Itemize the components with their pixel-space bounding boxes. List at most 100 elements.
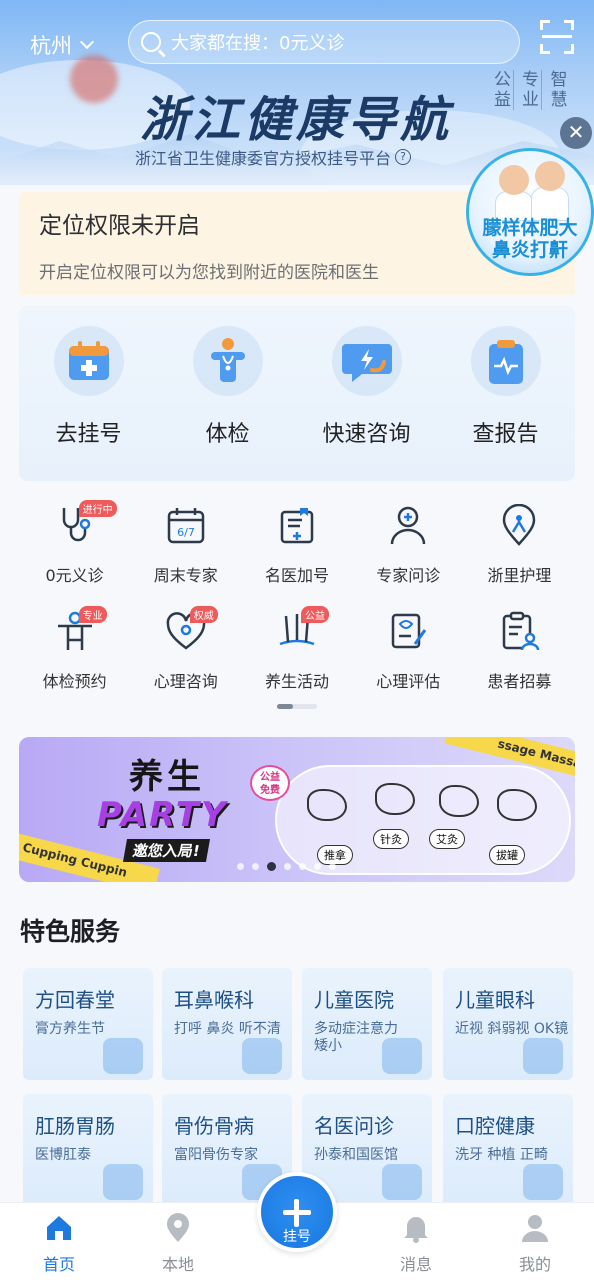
intestine-icon <box>103 1164 143 1200</box>
card-title: 口腔健康 <box>455 1114 535 1138</box>
feature-card[interactable]: 肛肠胃肠 医博肛泰 <box>23 1094 153 1206</box>
person-stethoscope-icon <box>210 338 245 382</box>
feature-card[interactable]: 耳鼻喉科 打呼 鼻炎 听不清 <box>162 968 292 1080</box>
search-placeholder: 大家都在搜：0元义诊 <box>171 33 345 54</box>
main-fn-register[interactable]: 去挂号 <box>19 306 158 481</box>
service-checkup-booking[interactable]: 专业 体检预约 <box>19 606 130 712</box>
bell-icon <box>404 1217 428 1243</box>
tab-local[interactable]: 本地 <box>138 1203 218 1280</box>
service-patient-recruit[interactable]: 患者招募 <box>464 606 575 712</box>
ad-text-line: 鼻炎打鼾 <box>491 239 568 261</box>
banner-tag: 针灸 <box>373 829 409 849</box>
help-icon[interactable]: ? <box>395 149 412 165</box>
brand-subtitle-text: 浙江省卫生健康委官方授权挂号平台 <box>135 149 392 168</box>
card-desc: 医博肛泰 <box>35 1147 91 1163</box>
banner-tag: 艾灸 <box>429 829 465 849</box>
service-label: 专家问诊 <box>376 566 441 585</box>
calendar-plus-icon <box>68 341 109 380</box>
main-fn-label: 快速咨询 <box>322 422 411 447</box>
decorative-sun <box>70 55 118 103</box>
hand-icon <box>497 789 537 821</box>
card-title: 儿童医院 <box>314 988 394 1012</box>
clipboard-report-icon <box>488 340 523 384</box>
service-label: 心理评估 <box>376 672 441 691</box>
service-free-clinic[interactable]: 进行中 0元义诊 <box>19 500 130 606</box>
close-icon[interactable]: ✕ <box>560 117 592 149</box>
service-label: 名医加号 <box>265 566 330 585</box>
free-badge-line: 公益 <box>260 772 280 783</box>
banner-tag: 推拿 <box>317 845 353 865</box>
badge: 进行中 <box>78 500 117 517</box>
main-functions: 去挂号 体检 快速咨询 查报告 <box>19 306 575 481</box>
brand-title: 浙江健康导航 <box>140 92 453 148</box>
scan-icon[interactable] <box>540 20 574 54</box>
service-label: 周末专家 <box>153 566 218 585</box>
ad-text-line: 朦样体肥大 <box>482 217 578 239</box>
user-icon <box>522 1215 548 1242</box>
assessment-icon <box>391 613 427 649</box>
service-famous-doctor[interactable]: 名医加号 <box>241 500 352 606</box>
card-title: 耳鼻喉科 <box>174 988 254 1012</box>
service-psych-consult[interactable]: 权威 心理咨询 <box>130 606 241 712</box>
motto: 公益 专业 智慧 <box>494 70 570 110</box>
search-bar[interactable]: 大家都在搜：0元义诊 <box>128 20 520 64</box>
main-fn-label: 体检 <box>205 422 250 447</box>
service-expert-consult[interactable]: 专家问诊 <box>353 500 464 606</box>
free-badge: 公益 免费 <box>250 765 290 801</box>
grid-pager <box>277 704 317 709</box>
ear-icon <box>242 1038 282 1074</box>
card-title: 肛肠胃肠 <box>35 1114 115 1138</box>
home-icon <box>47 1216 71 1240</box>
center-button-label: 挂号 <box>283 1229 311 1245</box>
recruit-icon <box>503 611 540 651</box>
feature-card[interactable]: 方回春堂 膏方养生节 <box>23 968 153 1080</box>
tab-label: 我的 <box>518 1255 551 1274</box>
tooth-icon <box>523 1164 563 1200</box>
floating-ad[interactable]: 朦样体肥大 鼻炎打鼾 <box>466 148 594 276</box>
eye-icon <box>523 1038 563 1074</box>
main-fn-report[interactable]: 查报告 <box>436 306 575 481</box>
feature-card[interactable]: 儿童眼科 近视 斜弱视 OK镜 <box>443 968 573 1080</box>
main-fn-consult[interactable]: 快速咨询 <box>297 306 436 481</box>
feature-card[interactable]: 儿童医院 多动症注意力 矮小 <box>302 968 432 1080</box>
banner-party: PARTY <box>97 795 228 835</box>
service-nursing[interactable]: 浙里护理 <box>464 500 575 606</box>
card-desc: 打呼 鼻炎 听不清 <box>174 1021 281 1037</box>
banner-invite: 邀您入局! <box>122 839 210 862</box>
chevron-down-icon <box>79 34 95 50</box>
motto-item: 专业 <box>522 70 542 110</box>
service-label: 心理咨询 <box>153 672 218 691</box>
feature-card[interactable]: 口腔健康 洗牙 种植 正畸 <box>443 1094 573 1206</box>
badge: 公益 <box>301 606 329 623</box>
hand-icon <box>439 785 479 817</box>
city-selector[interactable]: 杭州 <box>30 30 95 60</box>
brand-subtitle[interactable]: 浙江省卫生健康委官方授权挂号平台 ? <box>135 145 412 169</box>
medical-kit-icon <box>280 508 314 544</box>
service-psych-assessment[interactable]: 心理评估 <box>353 606 464 712</box>
chat-lightning-icon <box>341 344 392 382</box>
app-page: 杭州 大家都在搜：0元义诊 浙江健康导航 浙江省卫生健康委官方授权挂号平台 ? … <box>0 0 594 1280</box>
banner-illustration: 推拿 针灸 艾灸 拔罐 <box>275 765 571 875</box>
doctors-illustration <box>495 161 569 221</box>
tab-home[interactable]: 首页 <box>19 1203 99 1280</box>
notice-desc: 开启定位权限可以为您找到附近的医院和医生 <box>39 263 379 283</box>
card-desc: 膏方养生节 <box>35 1021 105 1037</box>
main-fn-checkup[interactable]: 体检 <box>158 306 297 481</box>
card-title: 名医问诊 <box>314 1114 394 1138</box>
card-desc: 近视 斜弱视 OK镜 <box>455 1021 569 1037</box>
service-weekend-expert[interactable]: 6/7 周末专家 <box>130 500 241 606</box>
services-grid: 进行中 0元义诊 6/7 周末专家 名医加号 专家问诊 浙里护理 专业 体检预约… <box>19 500 575 712</box>
tab-messages[interactable]: 消息 <box>376 1203 456 1280</box>
register-center-button[interactable]: 挂号 <box>257 1172 337 1252</box>
hand-icon <box>375 783 415 815</box>
doctor-icon <box>390 506 426 545</box>
banner-title: 养生 <box>129 757 205 797</box>
card-desc: 孙泰和国医馆 <box>314 1147 398 1163</box>
promo-banner[interactable]: Cupping Cuppin ssage Massage 养生 PARTY 邀您… <box>19 737 575 882</box>
service-wellness-activity[interactable]: 公益 养生活动 <box>241 606 352 712</box>
tab-label: 本地 <box>161 1255 194 1274</box>
location-pin-icon <box>167 1213 189 1242</box>
card-desc: 洗牙 种植 正畸 <box>455 1147 548 1163</box>
badge: 专业 <box>78 606 107 623</box>
tab-mine[interactable]: 我的 <box>495 1203 575 1280</box>
